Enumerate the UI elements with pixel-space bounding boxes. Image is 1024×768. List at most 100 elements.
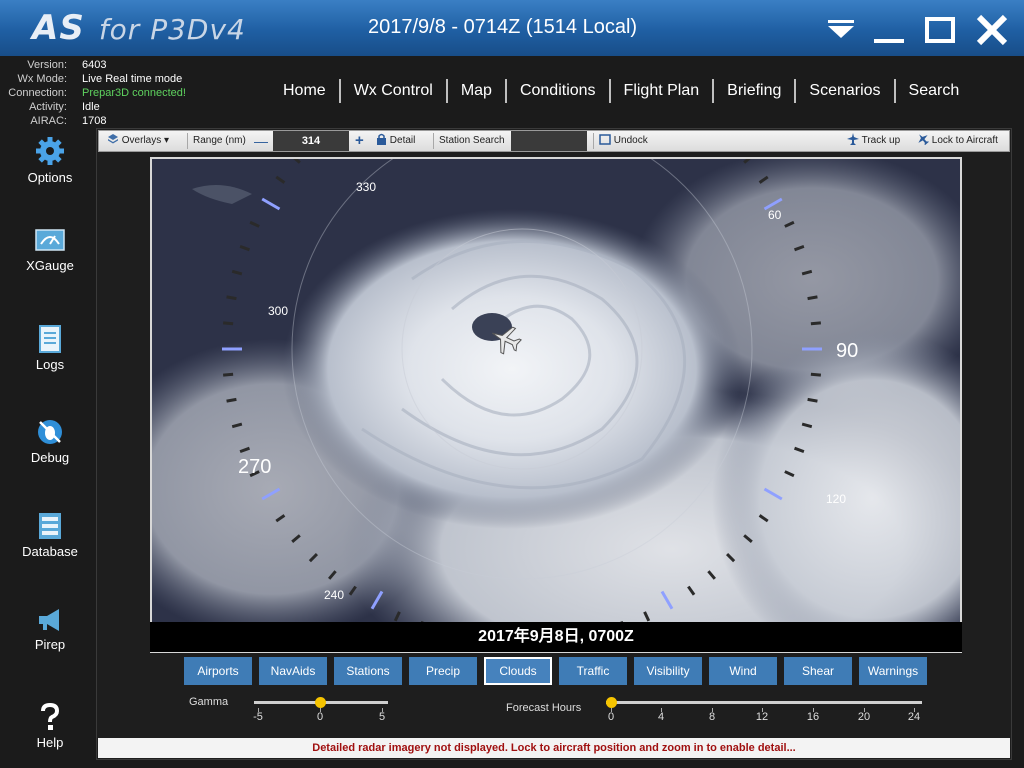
status-message: Detailed radar imagery not displayed. Lo…	[312, 742, 796, 754]
sidebar-item-options[interactable]: Options	[0, 136, 100, 185]
layer-clouds-button[interactable]: Clouds	[484, 657, 552, 685]
sidebar-item-help[interactable]: Help	[0, 703, 100, 750]
sidebar-label-help: Help	[36, 735, 64, 750]
compass-tick	[807, 295, 818, 301]
minimize-button[interactable]	[870, 10, 906, 46]
weather-map[interactable]: 330 60 300 90 270 120 240	[150, 157, 962, 653]
status-info: Version: 6403 Wx Mode: Live Real time mode…	[0, 58, 260, 128]
logo-as: AS	[32, 8, 85, 48]
gamma-label: Gamma	[189, 696, 229, 708]
compass-tick	[223, 372, 234, 377]
nav-map[interactable]: Map	[448, 82, 505, 100]
close-button[interactable]	[974, 10, 1010, 46]
nav-scenarios[interactable]: Scenarios	[796, 82, 893, 100]
forecast-slider-knob[interactable]	[606, 697, 617, 708]
title-bar: AS for P3Dv4 2017/9/8 - 0714Z (1514 Loca…	[0, 0, 1024, 56]
menu-dropdown-button[interactable]	[824, 10, 860, 46]
layer-traffic-button[interactable]: Traffic	[559, 657, 627, 685]
sidebar-item-debug[interactable]: Debug	[0, 418, 100, 465]
sidebar-label-options: Options	[27, 170, 73, 185]
forecast-tick-label: 16	[806, 711, 820, 723]
connection-label: Connection:	[8, 87, 67, 99]
detail-button[interactable]: Detail	[376, 131, 415, 151]
layer-navaids-button[interactable]: NavAids	[259, 657, 327, 685]
nav-conditions[interactable]: Conditions	[507, 82, 609, 100]
range-plus-button[interactable]: +	[355, 131, 364, 151]
lock-aircraft-label: Lock to Aircraft	[931, 135, 998, 146]
forecast-tick-label: 12	[755, 711, 769, 723]
map-timestamp-caption: 2017年9月8日, 0700Z	[150, 622, 962, 652]
main-nav: Home Wx Control Map Conditions Flight Pl…	[270, 78, 972, 104]
sidebar-label-xgauge: XGauge	[26, 258, 74, 273]
compass-tick	[810, 321, 821, 326]
compass-tick	[226, 295, 237, 301]
compass-label-120: 120	[826, 492, 846, 506]
layer-stations-button[interactable]: Stations	[334, 657, 402, 685]
sidebar-item-xgauge[interactable]: XGauge	[0, 228, 100, 273]
undock-button[interactable]: Undock	[599, 131, 648, 151]
station-search-label: Station Search	[439, 135, 505, 146]
compass-label-270: 270	[238, 456, 271, 478]
logo-platform: for P3Dv4	[98, 13, 246, 46]
gamma-slider-knob[interactable]	[315, 697, 326, 708]
compass-label-240: 240	[324, 588, 344, 602]
gamma-tick-label: -5	[253, 711, 263, 723]
menu-dropdown-icon	[828, 20, 854, 38]
layer-warnings-button[interactable]: Warnings	[859, 657, 927, 685]
undock-label: Undock	[613, 135, 648, 146]
forecast-slider-track[interactable]	[606, 701, 922, 704]
forecast-tick-label: 0	[607, 711, 615, 723]
sidebar-item-database[interactable]: Database	[0, 512, 100, 559]
track-up-button[interactable]: Track up	[847, 131, 900, 151]
chevron-down-icon: ▾	[164, 135, 170, 146]
app-logo: AS for P3Dv4	[32, 8, 246, 48]
status-bar: Detailed radar imagery not displayed. Lo…	[98, 738, 1010, 758]
version-label: Version:	[27, 59, 67, 71]
sidebar-label-debug: Debug	[30, 450, 70, 465]
wx-mode-label: Wx Mode:	[17, 73, 67, 85]
forecast-tick-label: 8	[708, 711, 716, 723]
document-icon	[39, 325, 61, 353]
sidebar-item-logs[interactable]: Logs	[0, 325, 100, 372]
sidebar-label-logs: Logs	[35, 357, 65, 372]
station-search-input[interactable]	[511, 131, 587, 151]
nav-flight-plan[interactable]: Flight Plan	[611, 82, 713, 100]
nav-wx-control[interactable]: Wx Control	[341, 82, 446, 100]
compass-tick	[223, 321, 234, 326]
version-value: 6403	[82, 59, 107, 71]
range-label: Range (nm)	[193, 135, 246, 146]
toolbar-divider	[433, 133, 434, 149]
overlays-label: Overlays	[121, 135, 162, 146]
compass-label-90: 90	[836, 340, 858, 362]
layer-precip-button[interactable]: Precip	[409, 657, 477, 685]
layer-shear-button[interactable]: Shear	[784, 657, 852, 685]
close-icon	[976, 14, 1008, 46]
question-icon	[41, 703, 60, 730]
minimize-icon	[874, 39, 904, 43]
layer-visibility-button[interactable]: Visibility	[634, 657, 702, 685]
compass-tick	[810, 372, 821, 377]
maximize-button[interactable]	[922, 10, 958, 46]
airplane-lock-icon	[918, 134, 930, 146]
lock-aircraft-button[interactable]: Lock to Aircraft	[917, 131, 998, 151]
lock-icon	[377, 133, 386, 145]
bug-icon	[38, 420, 62, 444]
overlays-dropdown[interactable]: Overlays ▾	[107, 131, 169, 151]
range-minus-button[interactable]: —	[254, 131, 268, 151]
layer-airports-button[interactable]: Airports	[184, 657, 252, 685]
range-value[interactable]: 314	[273, 131, 349, 151]
airac-label: AIRAC:	[30, 115, 67, 127]
detail-label: Detail	[389, 135, 416, 146]
layer-wind-button[interactable]: Wind	[709, 657, 777, 685]
nav-search[interactable]: Search	[896, 82, 973, 100]
nav-home[interactable]: Home	[270, 82, 339, 100]
connection-value: Prepar3D connected!	[82, 87, 186, 99]
sidebar-item-pirep[interactable]: Pirep	[0, 607, 100, 652]
compass-tick	[226, 397, 237, 403]
nav-briefing[interactable]: Briefing	[714, 82, 794, 100]
database-icon	[39, 513, 61, 539]
sidebar-label-pirep: Pirep	[34, 637, 66, 652]
map-toolbar: Overlays ▾ Range (nm) — 314 + Detail Sta…	[98, 130, 1010, 152]
forecast-hours-label: Forecast Hours	[506, 702, 582, 714]
activity-label: Activity:	[29, 101, 67, 113]
